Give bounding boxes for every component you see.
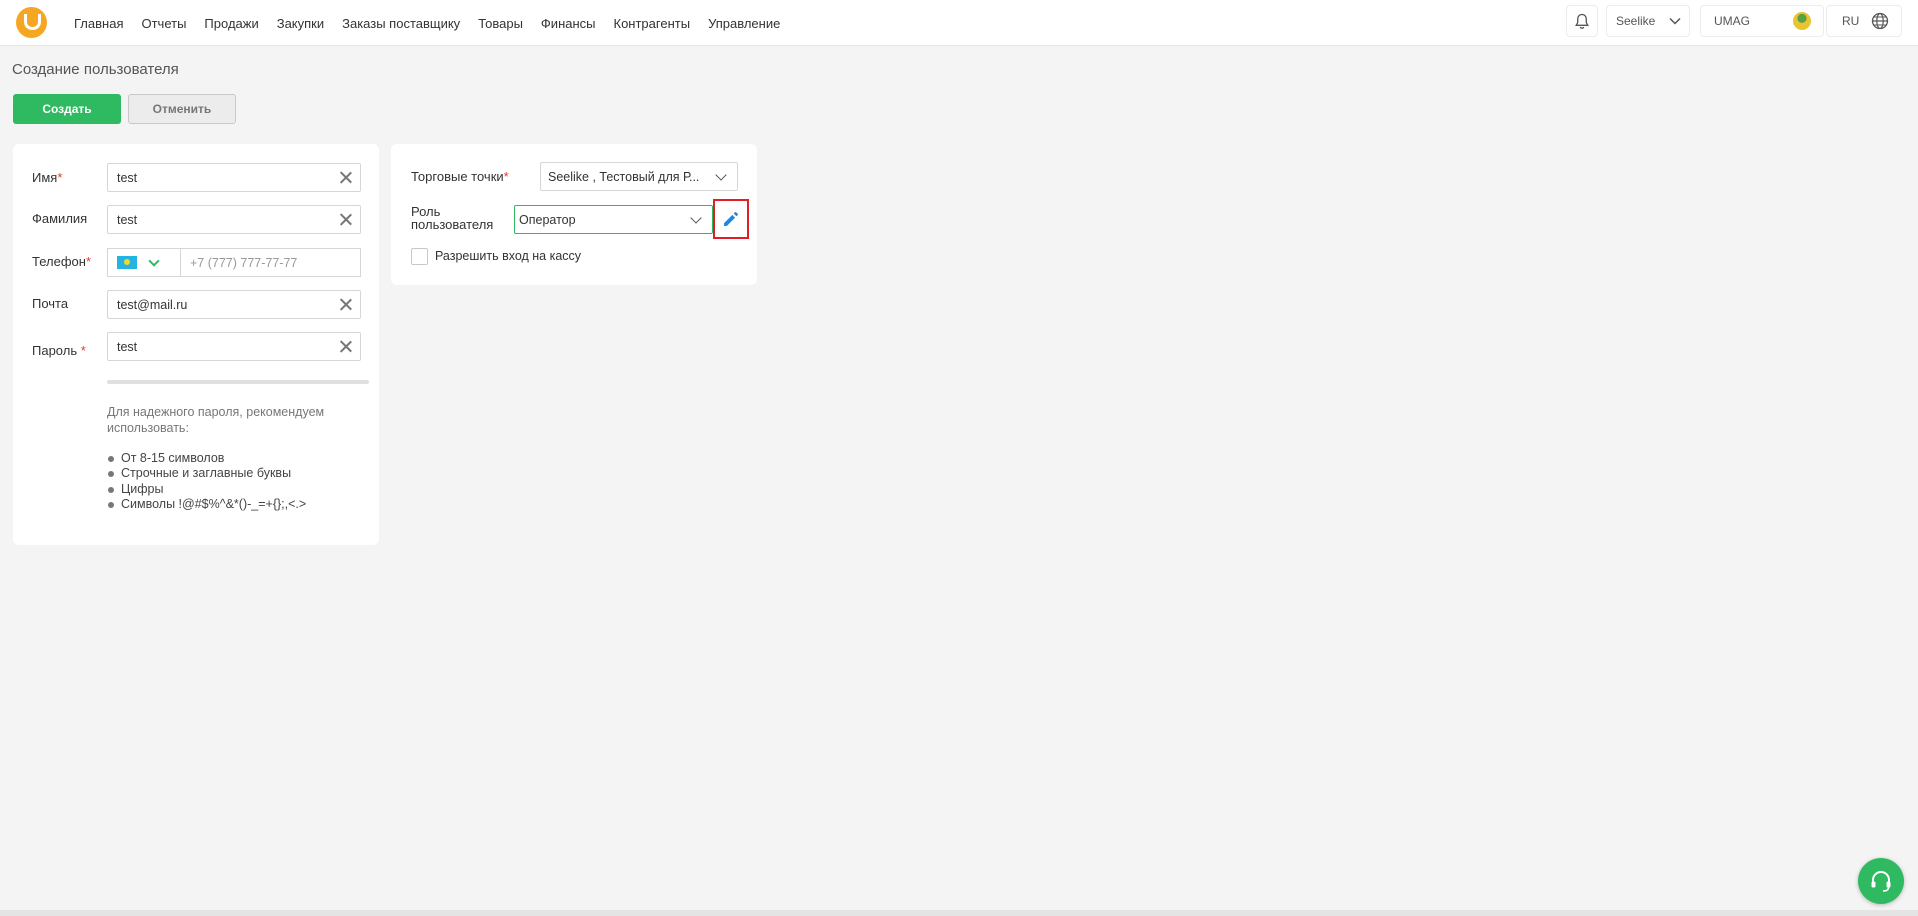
password-value: test [117, 339, 138, 354]
chevron-down-icon [1669, 17, 1681, 25]
last-name-input[interactable]: test [107, 205, 361, 234]
last-name-value: test [117, 212, 138, 227]
chevron-down-icon [715, 169, 727, 181]
stores-select[interactable]: Seelike , Тестовый для Р... [540, 162, 738, 191]
role-value: Оператор [519, 212, 576, 227]
nav-item-reports[interactable]: Отчеты [141, 16, 186, 31]
password-rules-list: От 8-15 символов Строчные и заглавные бу… [107, 451, 306, 512]
create-button[interactable]: Создать [13, 94, 121, 124]
user-menu[interactable]: UMAG [1700, 5, 1824, 37]
chevron-down-icon [148, 254, 160, 267]
nav-item-supplier-orders[interactable]: Заказы поставщику [342, 16, 460, 31]
umag-logo[interactable] [16, 7, 47, 38]
notifications-button[interactable] [1566, 5, 1598, 37]
list-item: Цифры [107, 482, 306, 497]
access-settings-card: Торговые точки* Seelike , Тестовый для Р… [391, 144, 757, 285]
role-label: Роль пользователя [411, 204, 494, 232]
password-label: Пароль * [32, 343, 86, 358]
user-info-card: Имя* test Фамилия test Телефон* +7 (777)… [13, 144, 379, 545]
bottom-border [0, 910, 1918, 916]
password-input[interactable]: test [107, 332, 361, 361]
globe-icon [1871, 12, 1889, 30]
phone-country-select[interactable] [107, 248, 180, 277]
email-value: test@mail.ru [117, 297, 188, 312]
nav-item-management[interactable]: Управление [708, 16, 780, 31]
nav-item-home[interactable]: Главная [74, 16, 123, 31]
stores-value: Seelike , Тестовый для Р... [548, 169, 700, 184]
kazakhstan-flag-icon [117, 256, 137, 269]
password-hint: Для надежного пароля, рекомендуем исполь… [107, 405, 325, 435]
nav-item-products[interactable]: Товары [478, 16, 523, 31]
clear-icon[interactable] [339, 213, 352, 226]
role-select[interactable]: Оператор [514, 205, 713, 234]
edit-role-button[interactable] [713, 199, 749, 239]
cash-access-label: Разрешить вход на кассу [435, 249, 582, 263]
chevron-down-icon [690, 212, 702, 224]
nav-item-counterparties[interactable]: Контрагенты [614, 16, 691, 31]
first-name-value: test [117, 170, 138, 185]
organization-selector[interactable]: Seelike [1606, 5, 1690, 37]
phone-input[interactable]: +7 (777) 777-77-77 [180, 248, 361, 277]
cancel-button[interactable]: Отменить [128, 94, 236, 124]
language-selector[interactable]: RU [1826, 5, 1902, 37]
email-label: Почта [32, 296, 69, 311]
list-item: От 8-15 символов [107, 451, 306, 466]
nav-item-sales[interactable]: Продажи [204, 16, 258, 31]
cash-access-checkbox[interactable] [411, 248, 428, 265]
first-name-input[interactable]: test [107, 163, 361, 192]
pencil-icon [724, 211, 739, 226]
email-input[interactable]: test@mail.ru [107, 290, 361, 319]
page-title: Создание пользователя [12, 61, 179, 78]
last-name-label: Фамилия [32, 211, 88, 226]
top-bar: Главная Отчеты Продажи Закупки Заказы по… [0, 0, 1918, 46]
first-name-label: Имя* [32, 170, 63, 185]
password-strength-bar [107, 380, 369, 384]
main-nav: Главная Отчеты Продажи Закупки Заказы по… [74, 0, 780, 46]
bell-icon [1575, 13, 1589, 29]
avatar [1793, 12, 1811, 30]
clear-icon[interactable] [339, 171, 352, 184]
nav-item-finance[interactable]: Финансы [541, 16, 596, 31]
nav-item-purchases[interactable]: Закупки [277, 16, 324, 31]
list-item: Символы !@#$%^&*()-_=+{};,<.> [107, 497, 306, 512]
language-code: RU [1842, 14, 1860, 28]
clear-icon[interactable] [339, 298, 352, 311]
user-name: UMAG [1714, 14, 1750, 28]
clear-icon[interactable] [339, 340, 352, 353]
phone-label: Телефон* [32, 254, 91, 269]
stores-label: Торговые точки* [411, 169, 509, 184]
organization-name: Seelike [1616, 14, 1656, 28]
support-chat-button[interactable] [1858, 858, 1904, 904]
headset-icon [1871, 871, 1891, 892]
list-item: Строчные и заглавные буквы [107, 466, 306, 481]
